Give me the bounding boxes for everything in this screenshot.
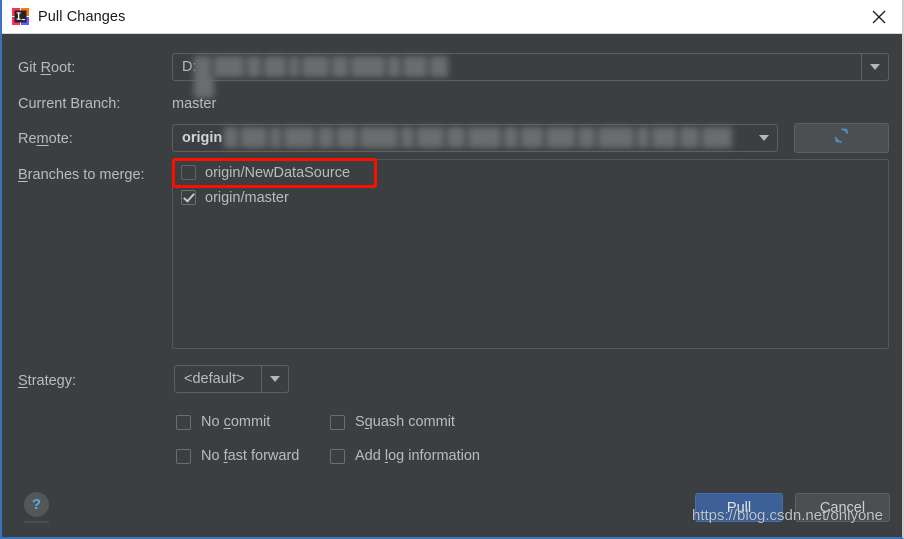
cancel-button-label: Cancel (819, 499, 866, 516)
close-icon[interactable] (856, 0, 902, 33)
remote-combo[interactable]: origin (172, 124, 778, 152)
branches-to-merge-label: Branches to merge: (18, 167, 145, 183)
cancel-button[interactable]: Cancel (795, 493, 890, 522)
git-root-value: D: (182, 59, 197, 75)
option-no-commit[interactable]: No commit (176, 414, 270, 430)
option-checkbox[interactable] (176, 414, 191, 430)
option-label: Squash commit (355, 414, 455, 430)
pull-button[interactable]: Pull (695, 493, 783, 522)
help-label: ? (31, 496, 42, 513)
option-no-fast-forward[interactable]: No fast forward (176, 448, 299, 464)
chevron-down-icon[interactable] (751, 125, 777, 151)
list-item[interactable]: origin/NewDataSource (173, 160, 888, 185)
strategy-label: Strategy: (18, 373, 77, 389)
refresh-remote-button[interactable] (794, 123, 889, 153)
help-icon[interactable]: ? (24, 492, 49, 517)
help-underline (24, 521, 49, 523)
chevron-down-icon[interactable] (861, 54, 888, 80)
option-checkbox[interactable] (330, 448, 345, 464)
option-squash-commit[interactable]: Squash commit (330, 414, 455, 430)
remote-value: origin (182, 130, 223, 146)
intellij-idea-icon (12, 8, 29, 25)
strategy-combo[interactable]: <default> (174, 365, 289, 393)
git-root-label: Git Root: (18, 60, 76, 76)
option-checkbox[interactable] (176, 448, 191, 464)
option-add-log-information[interactable]: Add log information (330, 448, 480, 464)
option-label: No commit (201, 414, 271, 430)
branches-list[interactable]: origin/NewDataSource origin/master (172, 159, 889, 349)
current-branch-value: master (172, 96, 217, 112)
refresh-icon (832, 126, 851, 150)
option-checkbox[interactable] (330, 414, 345, 430)
list-item[interactable]: origin/master (173, 185, 888, 210)
branch-checkbox[interactable] (181, 165, 196, 180)
pull-changes-dialog: Pull Changes Git Root: D: Current Branch… (0, 0, 904, 539)
current-branch-label: Current Branch: (18, 96, 121, 112)
strategy-value: <default> (184, 371, 245, 387)
branch-name: origin/master (205, 189, 289, 206)
pull-button-label: Pull (726, 499, 752, 516)
option-label: No fast forward (201, 448, 300, 464)
dialog-content: Git Root: D: Current Branch: master Remo… (2, 34, 902, 537)
title-bar: Pull Changes (2, 0, 902, 34)
branch-name: origin/NewDataSource (205, 164, 351, 181)
window-title: Pull Changes (38, 8, 126, 25)
git-root-combo[interactable]: D: (172, 53, 889, 81)
option-label: Add log information (355, 448, 480, 464)
chevron-down-icon[interactable] (261, 366, 288, 392)
branch-checkbox[interactable] (181, 190, 196, 205)
remote-label: Remote: (18, 131, 73, 147)
